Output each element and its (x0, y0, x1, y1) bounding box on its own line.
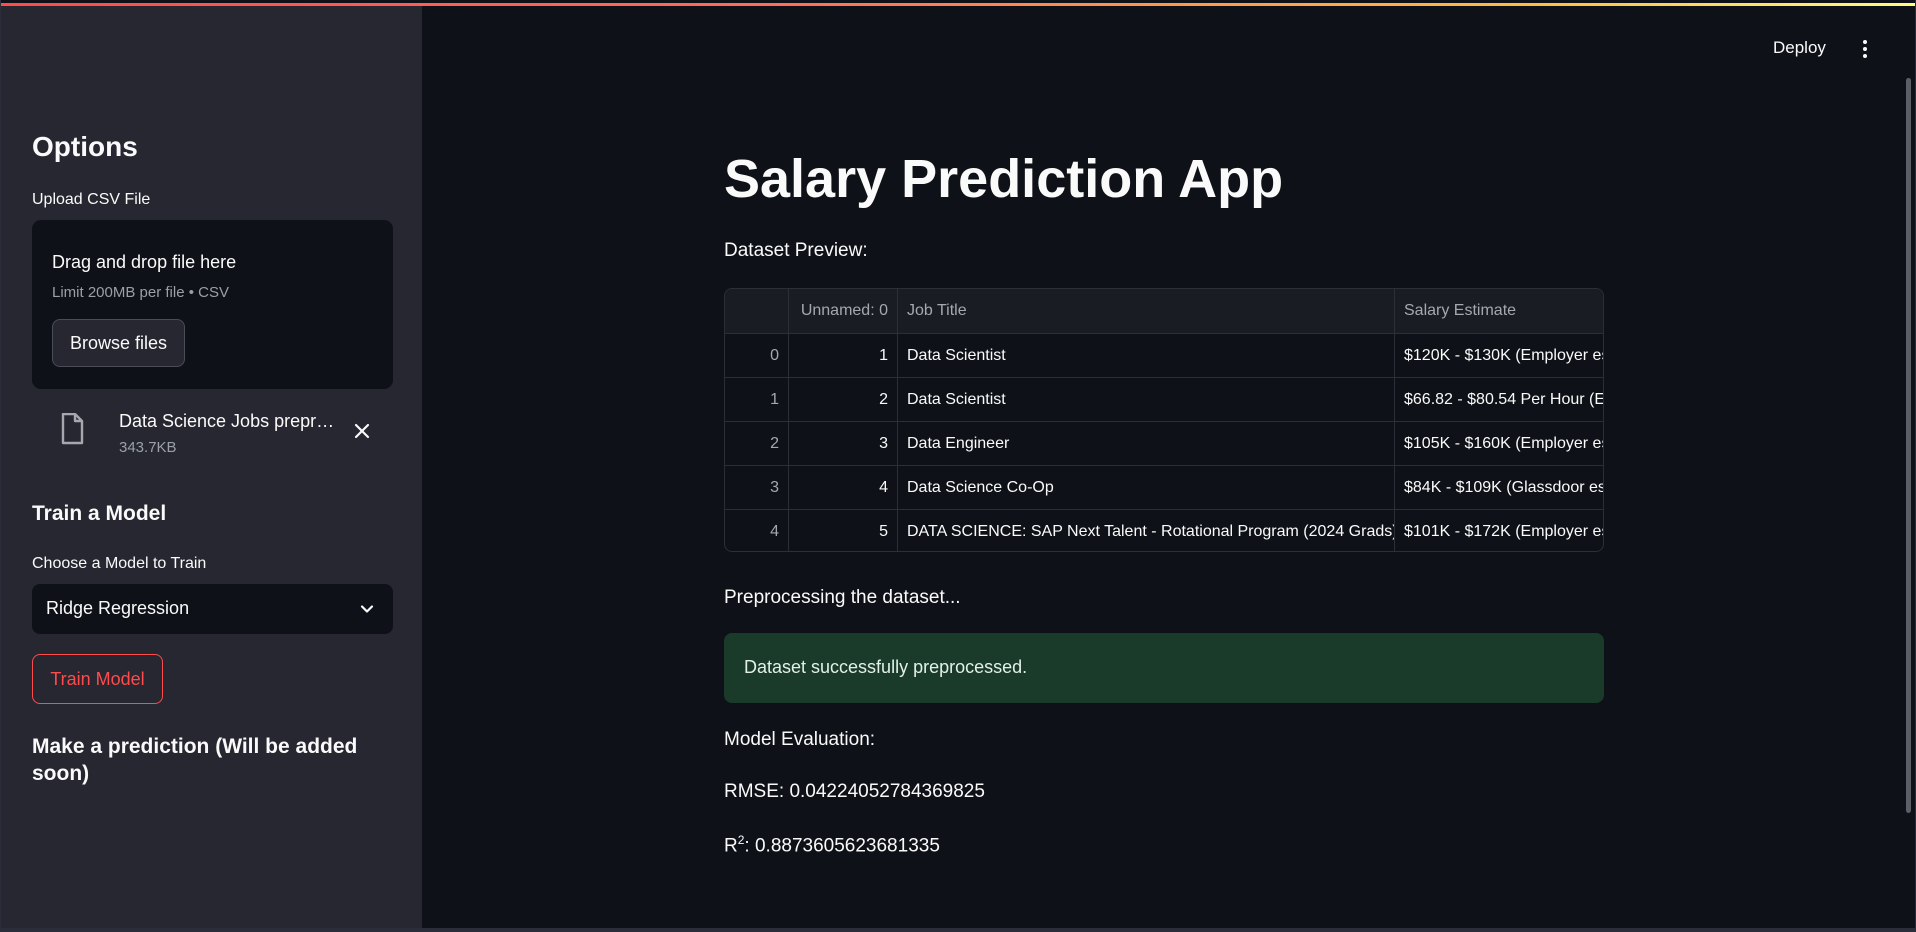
preview-label: Dataset Preview: (724, 240, 868, 261)
table-cell: 4 (770, 523, 779, 540)
file-dropzone[interactable]: Drag and drop file here Limit 200MB per … (32, 220, 393, 389)
table-cell: 3 (770, 479, 779, 496)
preprocessing-label: Preprocessing the dataset... (724, 587, 961, 608)
column-header[interactable]: Unnamed: 0 (788, 289, 897, 333)
evaluation-label: Model Evaluation: (724, 729, 876, 750)
r2-number: : 0.8873605623681335 (744, 835, 940, 857)
column-header[interactable] (725, 289, 788, 333)
table-cell: Data Scientist (897, 334, 1394, 378)
model-select-value: Ridge Regression (46, 598, 190, 618)
table-row: 4 5 DATA SCIENCE: SAP Next Talent - Rota… (725, 509, 1603, 551)
dropzone-title: Drag and drop file here (52, 252, 237, 272)
more-vertical-icon[interactable] (1859, 38, 1871, 60)
table-header-row: Unnamed: 0 Job Title Salary Estimate (725, 289, 1603, 333)
scrollbar[interactable] (1906, 78, 1911, 813)
table-cell: 4 (788, 466, 897, 510)
dataset-table[interactable]: Unnamed: 0 Job Title Salary Estimate 0 1… (724, 288, 1604, 552)
table-cell: 1 (770, 391, 779, 408)
column-header[interactable]: Job Title (897, 289, 1394, 333)
browse-files-button[interactable]: Browse files (52, 319, 185, 367)
success-alert: Dataset successfully preprocessed. (724, 633, 1604, 703)
table-cell: DATA SCIENCE: SAP Next Talent - Rotation… (897, 510, 1394, 551)
file-size: 343.7KB (119, 439, 177, 456)
sidebar: Options Upload CSV File Drag and drop fi… (1, 6, 422, 928)
success-message: Dataset successfully preprocessed. (744, 657, 1028, 677)
table-cell: 2 (788, 378, 897, 422)
upload-label: Upload CSV File (32, 191, 151, 208)
table-cell: $101K - $172K (Employer est.) (1394, 510, 1603, 551)
app-window: Options Upload CSV File Drag and drop fi… (1, 0, 1915, 928)
model-select[interactable]: Ridge Regression (32, 584, 393, 634)
table-cell: 2 (770, 435, 779, 452)
rmse-value: RMSE: 0.04224052784369825 (724, 781, 985, 802)
table-row: 2 3 Data Engineer $105K - $160K (Employe… (725, 421, 1603, 466)
table-cell: Data Science Co-Op (897, 466, 1394, 510)
file-name: Data Science Jobs preprocessed.csv (119, 411, 344, 431)
sidebar-title: Options (32, 131, 138, 162)
r2-prefix: R (724, 835, 738, 857)
table-row: 3 4 Data Science Co-Op $84K - $109K (Gla… (725, 465, 1603, 510)
table-cell: 1 (788, 334, 897, 378)
table-row: 0 1 Data Scientist $120K - $130K (Employ… (725, 333, 1603, 378)
table-cell: Data Engineer (897, 422, 1394, 466)
dropzone-limit: Limit 200MB per file • CSV (52, 284, 229, 301)
model-select-label: Choose a Model to Train (32, 555, 207, 572)
chevron-down-icon (360, 605, 374, 613)
table-cell: Data Scientist (897, 378, 1394, 422)
close-icon[interactable] (350, 419, 374, 443)
table-cell: 5 (788, 510, 897, 551)
train-section-title: Train a Model (32, 502, 167, 525)
page-title: Salary Prediction App (724, 149, 1284, 209)
uploaded-file: Data Science Jobs preprocessed.csv 343.7… (32, 401, 393, 461)
table-cell: $66.82 - $80.54 Per Hour (Employer est.) (1394, 378, 1603, 422)
r2-value: R2: 0.8873605623681335 (724, 833, 940, 857)
column-header[interactable]: Salary Estimate (1394, 289, 1603, 333)
table-cell: $105K - $160K (Employer est.) (1394, 422, 1603, 466)
table-row: 1 2 Data Scientist $66.82 - $80.54 Per H… (725, 377, 1603, 422)
table-cell: 0 (770, 347, 779, 364)
predict-section-title: Make a prediction (Will be added soon) (32, 735, 358, 785)
table-cell: $84K - $109K (Glassdoor est.) (1394, 466, 1603, 510)
table-cell: 3 (788, 422, 897, 466)
deploy-button[interactable]: Deploy (1773, 38, 1826, 58)
table-cell: $120K - $130K (Employer est.) (1394, 334, 1603, 378)
file-icon (61, 413, 84, 445)
train-model-button[interactable]: Train Model (32, 654, 163, 704)
